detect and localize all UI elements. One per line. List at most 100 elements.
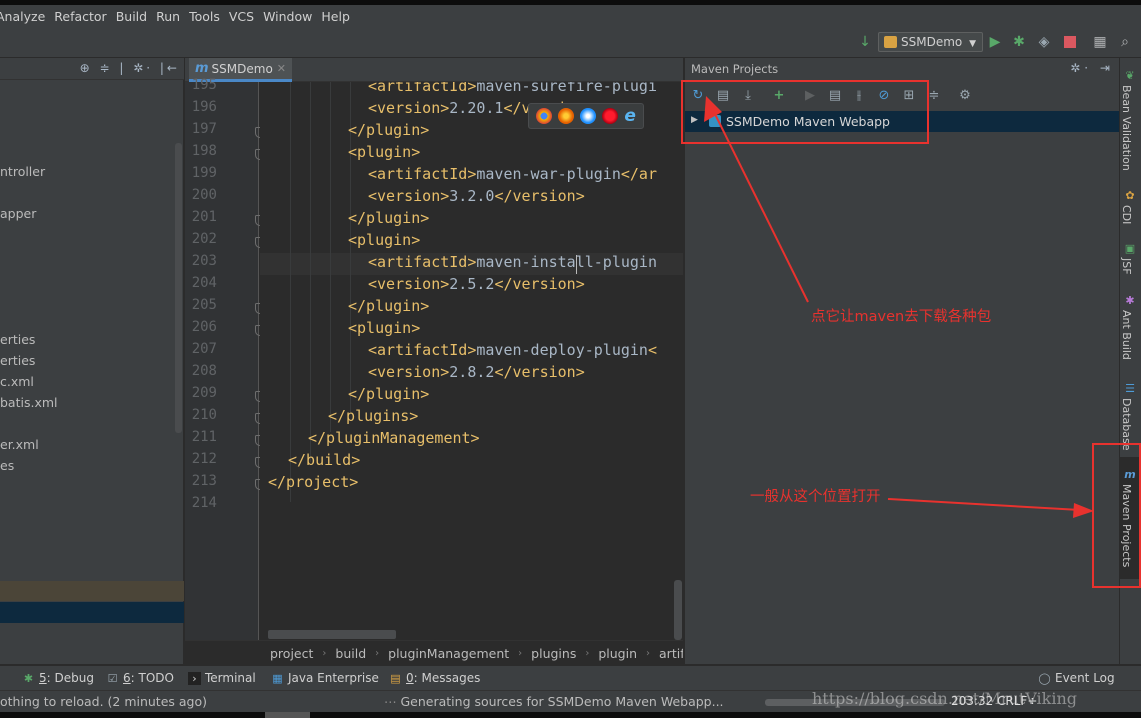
code-line: <artifactId>maven-war-plugin</ar (368, 165, 657, 183)
code-editor[interactable]: <artifactId>maven-surefire-plugi <version… (260, 82, 683, 640)
code-line: <artifactId>maven-install-plugin (368, 253, 657, 271)
tool-debug[interactable]: ✱ 5: Debug (22, 671, 94, 685)
tree-item[interactable]: batis.xml (0, 395, 58, 410)
tree-item[interactable]: c.xml (0, 374, 34, 389)
breadcrumb-item[interactable]: project (270, 646, 313, 661)
tool-messages[interactable]: ▤ 0: Messages (389, 671, 480, 685)
safari-icon[interactable] (580, 108, 597, 124)
tool-messages-label: : Messages (413, 671, 481, 685)
tree-item[interactable]: er.xml (0, 437, 39, 452)
annotation-reimport-text: 点它让maven去下载各种包 (811, 309, 992, 325)
tab-bean-validation[interactable]: Bean Validation (1120, 85, 1133, 171)
maven-panel-title: Maven Projects (691, 62, 779, 76)
run-configuration-select[interactable]: SSMDemo ▼ (878, 32, 983, 52)
tab-jsf[interactable]: JSF (1120, 258, 1133, 275)
tree-item-selected[interactable] (0, 602, 184, 623)
tree-item[interactable]: es (0, 458, 14, 473)
messages-icon: ▤ (390, 671, 401, 685)
line-number: 211 (191, 429, 217, 445)
code-line: <artifactId>maven-deploy-plugin< (368, 341, 657, 359)
stop-icon[interactable] (1062, 34, 1078, 50)
build-marker-icon[interactable]: ↓ (857, 34, 873, 50)
code-text: maven-war-plugin (476, 165, 621, 183)
editor-vertical-scrollbar[interactable] (674, 580, 682, 640)
code-tag: <version> (368, 363, 450, 381)
code-line: </plugins> (328, 407, 419, 425)
project-scrollbar[interactable] (175, 143, 182, 433)
task-spinner-icon: ⋯ (384, 694, 401, 709)
tab-cdi[interactable]: CDI (1120, 205, 1133, 224)
editor-tab-label: SSMDemo (211, 61, 273, 76)
search-icon[interactable]: ⌕ (1117, 34, 1133, 50)
editor-horizontal-scrollbar[interactable] (268, 630, 396, 639)
project-panel-header-icons[interactable]: ⊕ ≑ | ✲· |← (80, 61, 180, 75)
code-tag: <version> (368, 99, 450, 117)
tool-debug-label: : Debug (46, 671, 94, 685)
indent-guide (330, 82, 331, 432)
code-line: </build> (288, 451, 361, 469)
menu-vcs[interactable]: VCS (229, 9, 260, 24)
tool-debug-key: 5 (39, 671, 47, 685)
breadcrumb-item[interactable]: plugin (598, 646, 637, 661)
firefox-icon[interactable] (558, 108, 575, 124)
breadcrumb-item[interactable]: plugins (531, 646, 576, 661)
opera-icon[interactable] (602, 108, 619, 124)
code-line: </plugin> (348, 209, 430, 227)
background-task-text: ⋯ Generating sources for SSMDemo Maven W… (384, 694, 724, 709)
chevron-right-icon: › (646, 647, 651, 659)
chrome-icon[interactable] (536, 108, 553, 124)
chevron-right-icon: › (585, 647, 590, 659)
panel-settings-icon[interactable]: ✲· ⇥ (1070, 61, 1114, 75)
menu-build[interactable]: Build (116, 9, 153, 24)
open-in-browser-popup[interactable]: e (528, 103, 644, 129)
taskbar-fragment (265, 712, 310, 718)
menu-analyze[interactable]: Analyze (0, 9, 51, 24)
code-line: </plugin> (348, 121, 430, 139)
main-toolbar: ↓ SSMDemo ▼ ▶ ✱ ◈ ▦ ⌕ (0, 27, 1141, 58)
tree-item[interactable]: erties (0, 332, 35, 347)
code-text: 2.8.2 (449, 363, 495, 381)
coverage-icon[interactable]: ◈ (1036, 34, 1052, 50)
close-icon[interactable]: ✕ (277, 62, 286, 75)
tree-item[interactable]: apper (0, 206, 36, 221)
code-line: </plugin> (348, 385, 430, 403)
database-icon: ☰ (1125, 382, 1135, 395)
tree-item[interactable]: ntroller (0, 164, 45, 179)
menu-run[interactable]: Run (156, 9, 186, 24)
line-number: 210 (191, 407, 217, 423)
tool-todo-label: : TODO (130, 671, 174, 685)
code-line: <plugin> (348, 143, 421, 161)
breadcrumb-item[interactable]: build (335, 646, 366, 661)
line-number: 195 (191, 77, 217, 93)
tab-ant-build[interactable]: Ant Build (1120, 310, 1133, 360)
debug-icon[interactable]: ✱ (1011, 34, 1027, 50)
run-icon[interactable]: ▶ (987, 34, 1003, 50)
chevron-right-icon: › (375, 647, 380, 659)
code-tag: <artifactId> (368, 82, 477, 95)
annotation-open-text: 一般从这个位置打开 (750, 489, 881, 505)
code-tag: <version> (368, 275, 450, 293)
breadcrumb-item[interactable]: artifa (659, 646, 683, 661)
tree-item[interactable]: erties (0, 353, 35, 368)
line-number: 205 (191, 297, 217, 313)
project-structure-icon[interactable]: ▦ (1092, 34, 1108, 50)
tool-todo-key: 6 (123, 671, 131, 685)
code-line: <artifactId>maven-surefire-plugi (368, 82, 657, 95)
tool-event-log[interactable]: ◯ Event Log (1038, 671, 1114, 685)
menu-refactor[interactable]: Refactor (54, 9, 112, 24)
code-text: 2.5.2 (449, 275, 495, 293)
tool-todo[interactable]: ☑ 6: TODO (106, 671, 174, 685)
ie-icon[interactable]: e (624, 106, 636, 126)
menu-window[interactable]: Window (263, 9, 318, 24)
menu-help[interactable]: Help (321, 9, 356, 24)
tool-terminal[interactable]: › Terminal (188, 671, 256, 685)
indent-guide (290, 82, 291, 502)
code-tag: </ar (620, 165, 657, 183)
code-text: 3.2.0 (449, 187, 495, 205)
maven-settings-icon[interactable]: ⚙ (957, 88, 973, 104)
menu-tools[interactable]: Tools (189, 9, 226, 24)
breadcrumb-item[interactable]: pluginManagement (388, 646, 509, 661)
tool-java-enterprise[interactable]: ▦ Java Enterprise (271, 671, 379, 685)
run-config-label: SSMDemo (901, 35, 963, 49)
tree-item-highlight[interactable] (0, 581, 184, 601)
